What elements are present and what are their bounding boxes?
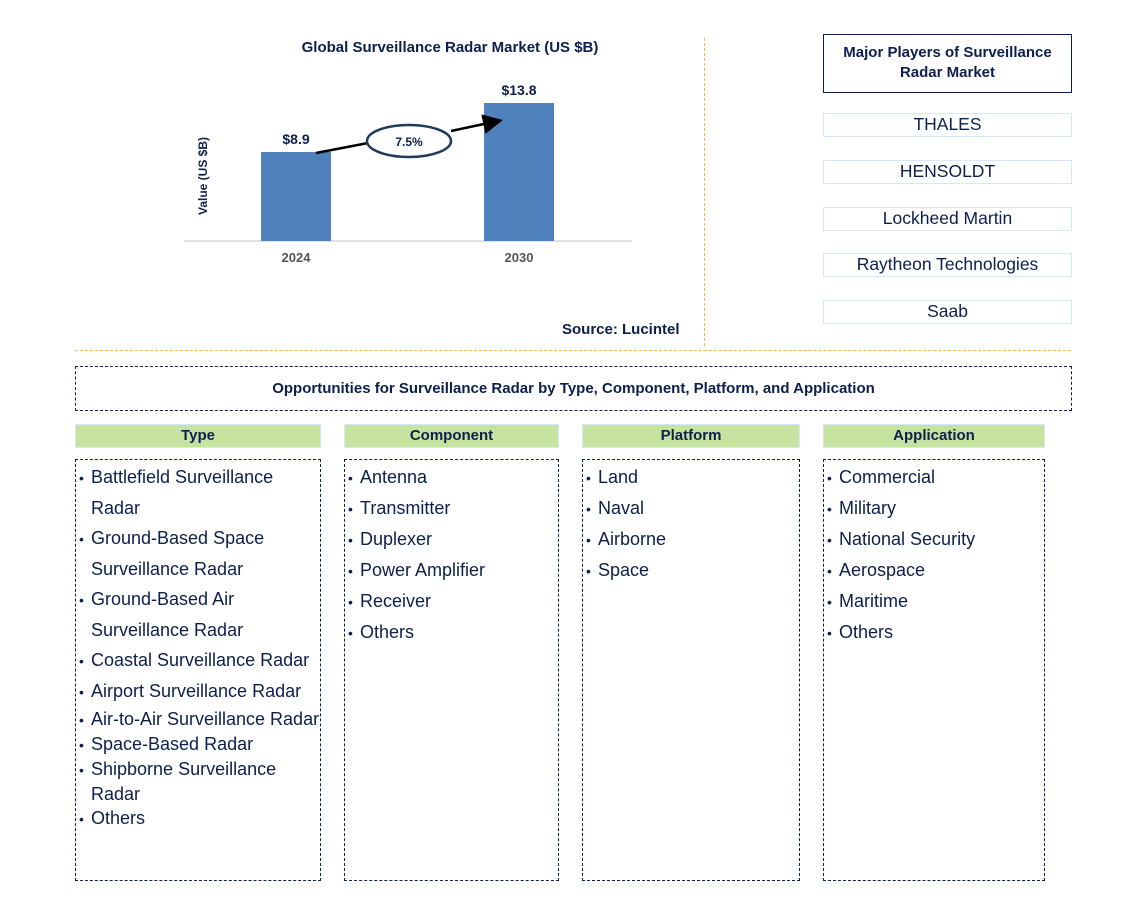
bar-2024 [261,152,331,241]
source-label: Source: Lucintel [562,321,680,338]
player-lockheed-martin: Lockheed Martin [823,207,1072,231]
list-item: Airport Surveillance Radar [79,676,320,707]
bars-group: $8.9 2024 $13.8 2030 [261,82,554,265]
list-item: Naval [586,493,799,524]
column-list-component: Antenna Transmitter Duplexer Power Ampli… [344,459,559,881]
list-item: Power Amplifier [348,555,558,586]
column-list-type: Battlefield Surveillance Radar Ground-Ba… [75,459,321,881]
column-list-application: Commercial Military National Security Ae… [823,459,1045,881]
players-title: Major Players of Surveillance Radar Mark… [823,34,1072,93]
list-item: Battlefield Surveillance Radar [79,462,320,523]
cagr-annotation: 7.5% [315,114,503,159]
list-item: Others [79,806,320,831]
y-axis-label: Value (US $B) [196,137,210,215]
chart-title: Global Surveillance Radar Market (US $B) [302,39,599,56]
data-label-2030: $13.8 [501,82,536,98]
list-item: Duplexer [348,524,558,555]
list-item: Commercial [827,462,1044,493]
list-item: Antenna [348,462,558,493]
list-item: Receiver [348,586,558,617]
player-raytheon: Raytheon Technologies [823,253,1072,277]
x-tick-2024: 2024 [282,250,312,265]
list-item: Land [586,462,799,493]
column-list-platform: Land Naval Airborne Space [582,459,800,881]
list-item: Ground-Based Air Surveillance Radar [79,584,320,645]
list-item: Ground-Based Space Surveillance Radar [79,523,320,584]
market-chart: Global Surveillance Radar Market (US $B)… [184,39,632,265]
list-item: National Security [827,524,1044,555]
list-item: Transmitter [348,493,558,524]
data-label-2024: $8.9 [282,131,309,147]
list-item: Space-Based Radar [79,732,320,757]
cagr-arrow-left [315,141,369,155]
player-thales: THALES [823,113,1072,137]
list-item: Airborne [586,524,799,555]
list-item: Aerospace [827,555,1044,586]
cagr-label: 7.5% [395,135,423,149]
list-item: Coastal Surveillance Radar [79,645,320,676]
column-header-component: Component [344,424,559,448]
bar-2030 [484,103,554,241]
vertical-divider [704,38,705,346]
column-header-type: Type [75,424,321,448]
x-tick-2030: 2030 [505,250,534,265]
column-header-platform: Platform [582,424,800,448]
player-hensoldt: HENSOLDT [823,160,1072,184]
horizontal-divider [75,350,1071,351]
player-saab: Saab [823,300,1072,324]
list-item: Military [827,493,1044,524]
opportunities-title: Opportunities for Surveillance Radar by … [75,366,1072,411]
list-item: Others [348,617,558,648]
list-item: Space [586,555,799,586]
list-item: Air-to-Air Surveillance Radar [79,707,320,732]
column-header-application: Application [823,424,1045,448]
list-item: Others [827,617,1044,648]
list-item: Shipborne Surveillance Radar [79,757,320,806]
list-item: Maritime [827,586,1044,617]
